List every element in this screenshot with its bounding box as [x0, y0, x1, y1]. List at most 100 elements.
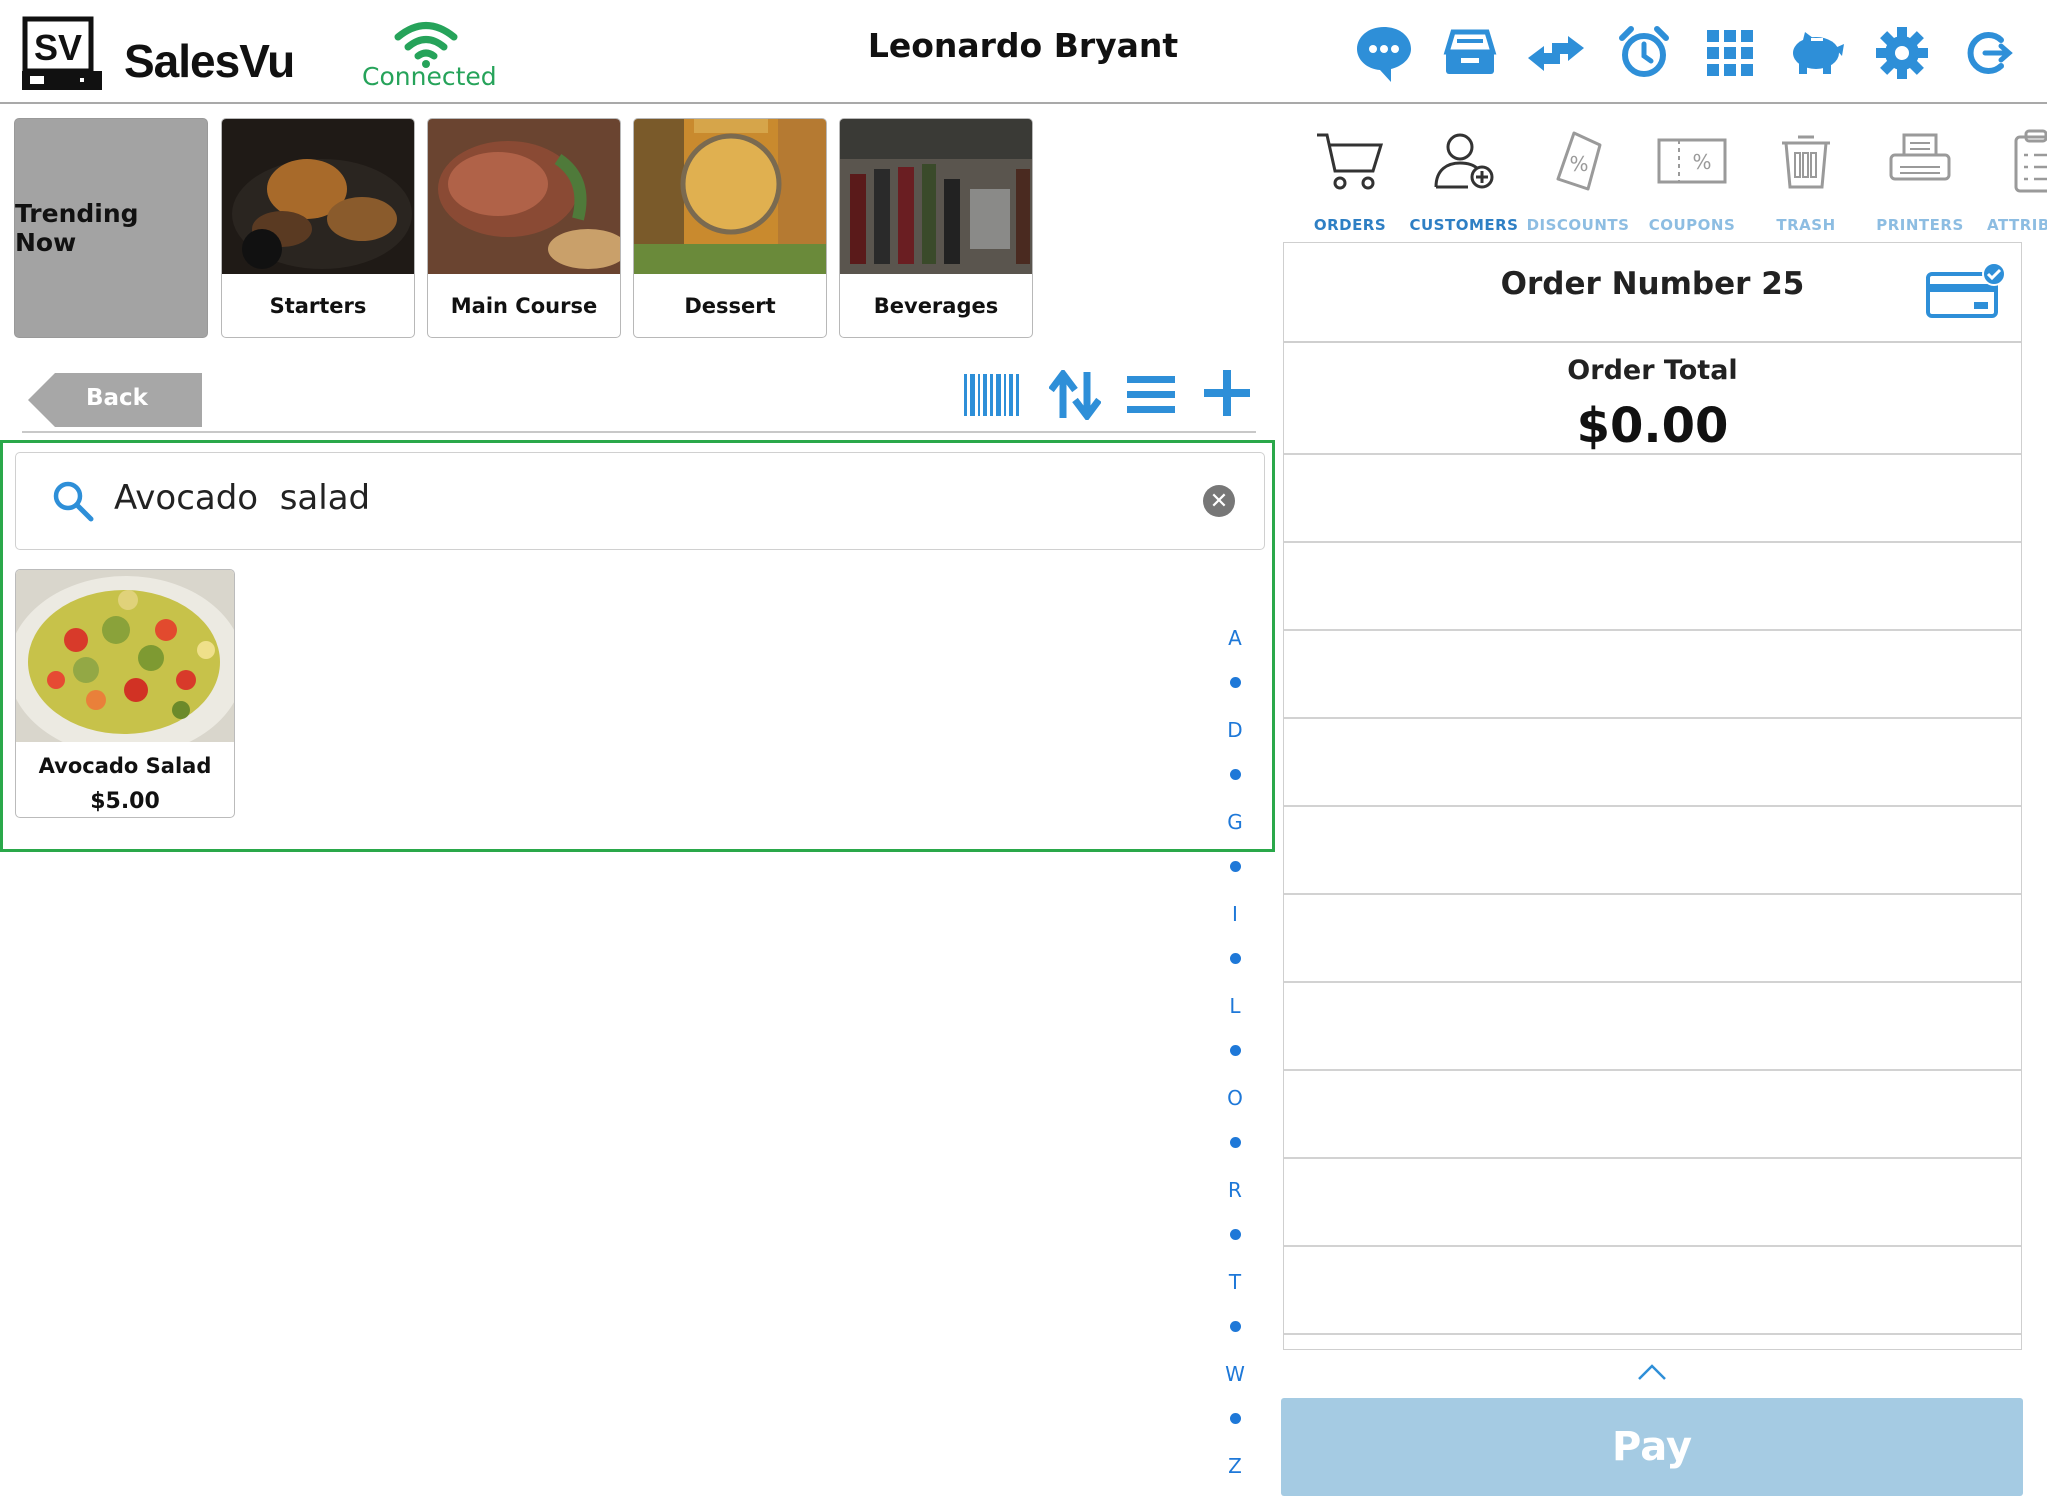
logo-text: SV [34, 27, 82, 68]
alpha-index-dot[interactable] [1230, 1229, 1241, 1240]
wifi-icon [393, 20, 459, 68]
brand-name: SalesVu [124, 35, 295, 87]
category-label: Trending Now [15, 199, 139, 257]
order-number: Order Number 25 [1500, 266, 1805, 302]
alpha-index-dot[interactable] [1230, 1413, 1241, 1424]
alpha-index-z[interactable]: Z [1220, 1454, 1250, 1478]
discount-tag-icon: % [1522, 124, 1634, 198]
alpha-index-w[interactable]: W [1220, 1362, 1250, 1386]
category-label: Starters [269, 293, 367, 318]
order-line [1284, 629, 2021, 631]
category-label: Main Course [450, 293, 598, 318]
alpha-index-l[interactable]: L [1220, 994, 1250, 1018]
order-line [1284, 1069, 2021, 1071]
toolbar-label: COUPONS [1648, 216, 1736, 234]
alpha-index-dot[interactable] [1230, 1137, 1241, 1148]
pay-button[interactable]: Pay [1281, 1398, 2023, 1496]
clear-search-icon[interactable]: ✕ [1203, 485, 1235, 517]
category-starters[interactable]: Starters [221, 118, 415, 338]
grid-icon[interactable] [1697, 20, 1763, 86]
toolbar-printers[interactable]: PRINTERS [1864, 124, 1976, 234]
main-course-image [428, 119, 620, 274]
order-line [1284, 717, 2021, 719]
alpha-index-r[interactable]: R [1220, 1178, 1250, 1202]
toolbar-trash[interactable]: TRASH [1750, 124, 1862, 234]
toolbar-label: PRINTERS [1876, 216, 1964, 234]
alpha-index-i[interactable]: I [1220, 902, 1250, 926]
salesvu-logo: SV [22, 16, 102, 90]
product-name: Avocado Salad [38, 754, 212, 778]
cart-icon [1294, 124, 1406, 198]
svg-text:%: % [1569, 152, 1588, 176]
logout-icon[interactable] [1955, 20, 2021, 86]
order-line [1284, 893, 2021, 895]
credit-card-icon[interactable] [1926, 262, 2006, 320]
category-label: Beverages [873, 293, 999, 318]
toolbar-discounts[interactable]: % DISCOUNTS [1522, 124, 1634, 234]
add-icon[interactable] [1204, 370, 1250, 416]
category-main-course[interactable]: Main Course [427, 118, 621, 338]
toolbar-customers[interactable]: CUSTOMERS [1408, 124, 1520, 234]
list-view-icon[interactable] [1127, 374, 1175, 416]
alpha-index-dot[interactable] [1230, 769, 1241, 780]
starters-image [222, 119, 414, 274]
back-label: Back [86, 385, 148, 411]
alpha-index-dot[interactable] [1230, 677, 1241, 688]
beverages-image [840, 119, 1032, 274]
alpha-index-dot[interactable] [1230, 1321, 1241, 1332]
alpha-index-g[interactable]: G [1220, 810, 1250, 834]
toolbar-attributes[interactable]: ATTRIBU [1978, 124, 2047, 234]
alpha-index-dot[interactable] [1230, 861, 1241, 872]
printer-icon [1864, 124, 1976, 198]
order-line [1284, 453, 2021, 455]
toolbar-label: ORDERS [1313, 216, 1387, 234]
sort-icon[interactable] [1048, 368, 1102, 422]
toolbar-label: ATTRIBU [1987, 216, 2047, 234]
cash-drawer-icon[interactable] [1437, 20, 1503, 86]
avocado-salad-image [16, 570, 234, 756]
product-price: $5.00 [90, 789, 160, 814]
category-beverages[interactable]: Beverages [839, 118, 1033, 338]
order-line [1284, 805, 2021, 807]
order-line [1284, 1333, 2021, 1335]
order-line [1284, 1157, 2021, 1159]
alpha-index-a[interactable]: A [1220, 626, 1250, 650]
chevron-up-icon[interactable] [1637, 1362, 1667, 1382]
piggy-bank-icon[interactable] [1783, 20, 1849, 86]
order-line [1284, 981, 2021, 983]
toolbar-label: DISCOUNTS [1526, 216, 1630, 234]
connection-status: Connected [362, 62, 497, 91]
toolbar-orders[interactable]: ORDERS [1294, 124, 1406, 234]
toolbar-label: TRASH [1776, 216, 1836, 234]
chat-icon[interactable] [1351, 20, 1417, 86]
alarm-clock-icon[interactable] [1611, 20, 1677, 86]
gear-icon[interactable] [1869, 20, 1935, 86]
toolbar-label: CUSTOMERS [1409, 216, 1519, 234]
divider [1283, 341, 2022, 343]
alpha-index-t[interactable]: T [1220, 1270, 1250, 1294]
toolbar-coupons[interactable]: % COUPONS [1636, 124, 1748, 234]
alpha-index-d[interactable]: D [1220, 718, 1250, 742]
clipboard-icon [1978, 124, 2047, 198]
order-total-label: Order Total [1567, 355, 1738, 386]
search-icon [52, 480, 94, 522]
search-input[interactable]: Avocado salad [114, 478, 370, 518]
order-line [1284, 1245, 2021, 1247]
user-name: Leonardo Bryant [867, 26, 1179, 65]
product-card[interactable] [15, 569, 235, 818]
coupon-icon: % [1636, 124, 1748, 198]
add-customer-icon [1408, 124, 1520, 198]
order-line [1284, 541, 2021, 543]
alpha-index-dot[interactable] [1230, 1045, 1241, 1056]
order-total-value: $0.00 [1576, 398, 1729, 454]
alpha-index-o[interactable]: O [1220, 1086, 1250, 1110]
category-label: Dessert [684, 293, 776, 318]
alpha-index-dot[interactable] [1230, 953, 1241, 964]
transfer-icon[interactable] [1523, 20, 1589, 86]
trash-icon [1750, 124, 1862, 198]
barcode-icon[interactable] [964, 372, 1020, 418]
category-dessert[interactable]: Dessert [633, 118, 827, 338]
category-trending-now[interactable]: Trending Now [14, 118, 208, 338]
pay-label: Pay [1611, 1424, 1693, 1470]
dessert-image [634, 119, 826, 274]
